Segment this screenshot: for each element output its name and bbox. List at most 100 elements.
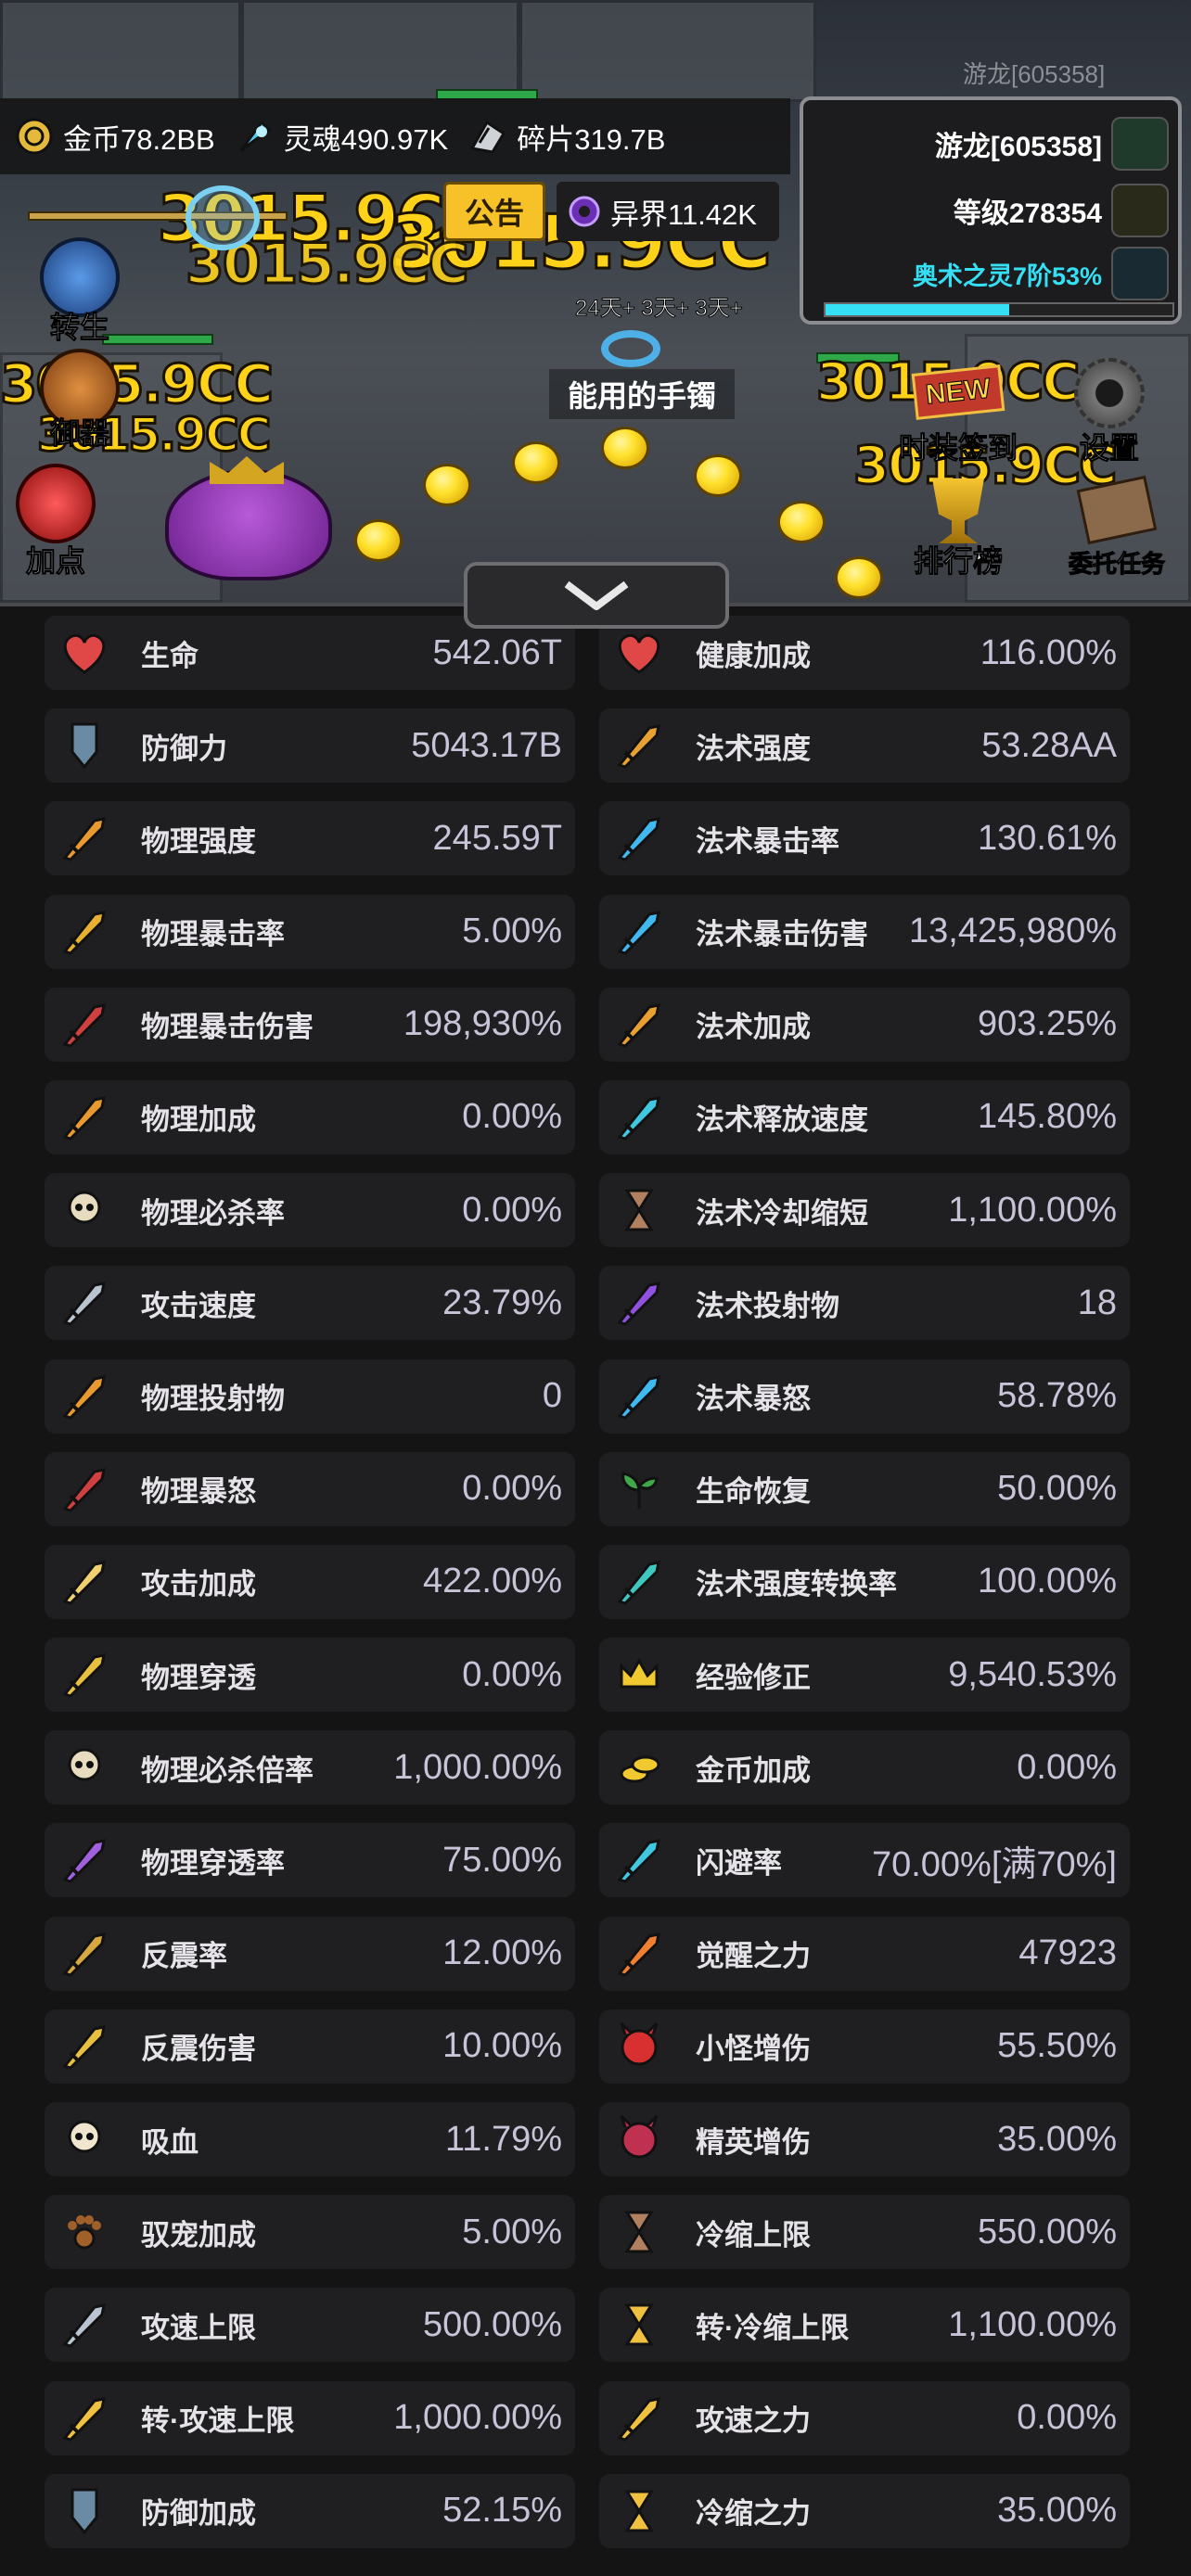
player-level-row: 等级278354 bbox=[803, 178, 1178, 243]
soul-currency: 灵魂490.97K bbox=[234, 115, 449, 158]
stat-value: 0.00% bbox=[462, 1469, 562, 1509]
game-scene: 游龙[605358] 3015.9CC 3015.9CC 3015.9CC 30… bbox=[0, 0, 1191, 603]
stat-value: 11.79% bbox=[444, 2119, 562, 2159]
stat-label: 闪避率 bbox=[696, 1846, 782, 1880]
player-level: 等级278354 bbox=[953, 198, 1102, 229]
stat-row: 攻速上限 500.00% bbox=[45, 2288, 575, 2363]
stat-label: 法术暴击率 bbox=[696, 824, 839, 858]
stat-value: 245.59T bbox=[432, 818, 562, 858]
elite-icon bbox=[608, 2109, 670, 2170]
spell-plus-icon bbox=[608, 994, 670, 1055]
staff-head-icon bbox=[186, 185, 260, 250]
hourglass-icon bbox=[608, 1180, 670, 1241]
gold-coin bbox=[512, 441, 560, 484]
leaf-icon[interactable] bbox=[1111, 117, 1169, 171]
weapon-button[interactable]: 御器 bbox=[24, 349, 135, 453]
stat-row: 法术投射物 18 bbox=[599, 1266, 1130, 1341]
stat-row: 物理暴怒 0.00% bbox=[45, 1451, 575, 1526]
soul-progress-fill bbox=[826, 304, 1010, 315]
rebirth-button[interactable]: 转生 bbox=[24, 237, 135, 347]
stat-value: 13,425,980% bbox=[909, 912, 1117, 951]
ranking-button[interactable]: 排行榜 bbox=[898, 478, 1018, 580]
speed-power-icon bbox=[608, 2388, 670, 2449]
stat-label: 物理暴击率 bbox=[141, 918, 285, 951]
stat-row: 物理投射物 0 bbox=[45, 1358, 575, 1434]
stat-row: 精英增伤 35.00% bbox=[599, 2102, 1130, 2176]
collapse-button[interactable] bbox=[464, 562, 729, 629]
notice-button[interactable]: 公告 bbox=[443, 182, 545, 241]
cast-speed-icon bbox=[608, 1087, 670, 1148]
potion-icon bbox=[16, 464, 96, 543]
shard-icon bbox=[469, 120, 506, 154]
shield-icon bbox=[54, 715, 115, 776]
stat-label: 转·冷缩上限 bbox=[696, 2311, 850, 2344]
stat-row: 法术强度转换率 100.00% bbox=[599, 1544, 1130, 1619]
stat-label: 物理必杀倍率 bbox=[141, 1753, 314, 1787]
new-badge: NEW bbox=[911, 364, 1005, 420]
stat-label: 反震伤害 bbox=[141, 2033, 256, 2066]
stat-value: 0 bbox=[542, 1376, 562, 1415]
stat-row: 物理必杀率 0.00% bbox=[45, 1173, 575, 1248]
stat-value: 422.00% bbox=[422, 1562, 562, 1601]
stat-row: 防御加成 52.15% bbox=[45, 2473, 575, 2548]
stat-value: 18 bbox=[1077, 1282, 1117, 1322]
otherworld-button[interactable]: 异界11.42K bbox=[557, 182, 779, 241]
stat-label: 经验修正 bbox=[696, 1661, 811, 1694]
gold-coin bbox=[354, 519, 403, 562]
stat-row: 法术冷却缩短 1,100.00% bbox=[599, 1173, 1130, 1248]
stats-column-left: 生命 542.06T 防御力 5043.17B 物理强度 245.59T 物理暴击率 5.00… bbox=[45, 616, 575, 2567]
stat-label: 攻速上限 bbox=[141, 2311, 256, 2344]
player-name: 游龙[605358] bbox=[934, 132, 1102, 162]
swirl-icon[interactable] bbox=[1111, 247, 1169, 300]
pierce-rate-icon bbox=[54, 1830, 115, 1891]
spell-crit-icon bbox=[608, 808, 670, 869]
settings-button[interactable]: 设置 bbox=[1054, 358, 1165, 467]
stat-row: 反震伤害 10.00% bbox=[45, 2009, 575, 2084]
stat-value: 500.00% bbox=[422, 2304, 562, 2344]
spell-crit-damage-icon bbox=[608, 901, 670, 963]
paw-icon bbox=[54, 2201, 115, 2263]
stat-label: 法术加成 bbox=[696, 1011, 811, 1044]
add-points-button[interactable]: 加点 bbox=[0, 464, 111, 580]
stat-row: 小怪增伤 55.50% bbox=[599, 2009, 1130, 2084]
crit-icon bbox=[54, 901, 115, 963]
rage-icon bbox=[54, 1459, 115, 1520]
stat-row: 驭宠加成 5.00% bbox=[45, 2195, 575, 2270]
stat-label: 物理穿透率 bbox=[141, 1846, 285, 1880]
stat-row: 反震率 12.00% bbox=[45, 1916, 575, 1991]
stat-row: 物理必杀倍率 1,000.00% bbox=[45, 1730, 575, 1805]
crown-icon[interactable] bbox=[1111, 184, 1169, 237]
stat-label: 吸血 bbox=[141, 2125, 198, 2159]
stat-label: 法术强度 bbox=[696, 732, 811, 765]
stat-value: 52.15% bbox=[442, 2491, 562, 2531]
spell-projectile-icon bbox=[608, 1272, 670, 1333]
stat-label: 攻速之力 bbox=[696, 2404, 811, 2438]
shard-currency: 碎片319.7B bbox=[467, 115, 665, 158]
stat-row: 法术加成 903.25% bbox=[599, 987, 1130, 1062]
stat-label: 物理投射物 bbox=[141, 1383, 285, 1415]
stat-value: 0.00% bbox=[1017, 1747, 1117, 1787]
spell-icon bbox=[608, 715, 670, 776]
stat-label: 冷缩上限 bbox=[696, 2218, 811, 2251]
commission-button[interactable]: 委托任务 bbox=[1044, 475, 1189, 580]
attack-speed-icon bbox=[54, 1272, 115, 1333]
stat-row: 物理穿透率 75.00% bbox=[45, 1823, 575, 1898]
fashion-signin-button[interactable]: NEW 时装签到 bbox=[889, 364, 1028, 467]
reflect-icon bbox=[54, 1923, 115, 1984]
stat-label: 法术暴怒 bbox=[696, 1383, 811, 1415]
demon-icon bbox=[608, 2016, 670, 2077]
player-name-row: 游龙[605358] bbox=[803, 111, 1178, 176]
stat-label: 健康加成 bbox=[696, 639, 811, 672]
stat-label: 攻击速度 bbox=[141, 1289, 256, 1322]
stat-value: 47923 bbox=[1018, 1933, 1117, 1973]
gold-coin bbox=[835, 556, 883, 599]
floor-tile bbox=[0, 0, 241, 102]
stat-row: 金币加成 0.00% bbox=[599, 1730, 1130, 1805]
soul-icon bbox=[239, 120, 272, 152]
soul-amount: 灵魂490.97K bbox=[283, 122, 449, 156]
ranking-label: 排行榜 bbox=[913, 544, 1003, 579]
stat-label: 法术冷却缩短 bbox=[696, 1196, 868, 1230]
stat-value: 1,000.00% bbox=[393, 1747, 562, 1787]
heart-icon bbox=[54, 622, 115, 683]
loot-label[interactable]: 能用的手镯 bbox=[549, 369, 735, 419]
